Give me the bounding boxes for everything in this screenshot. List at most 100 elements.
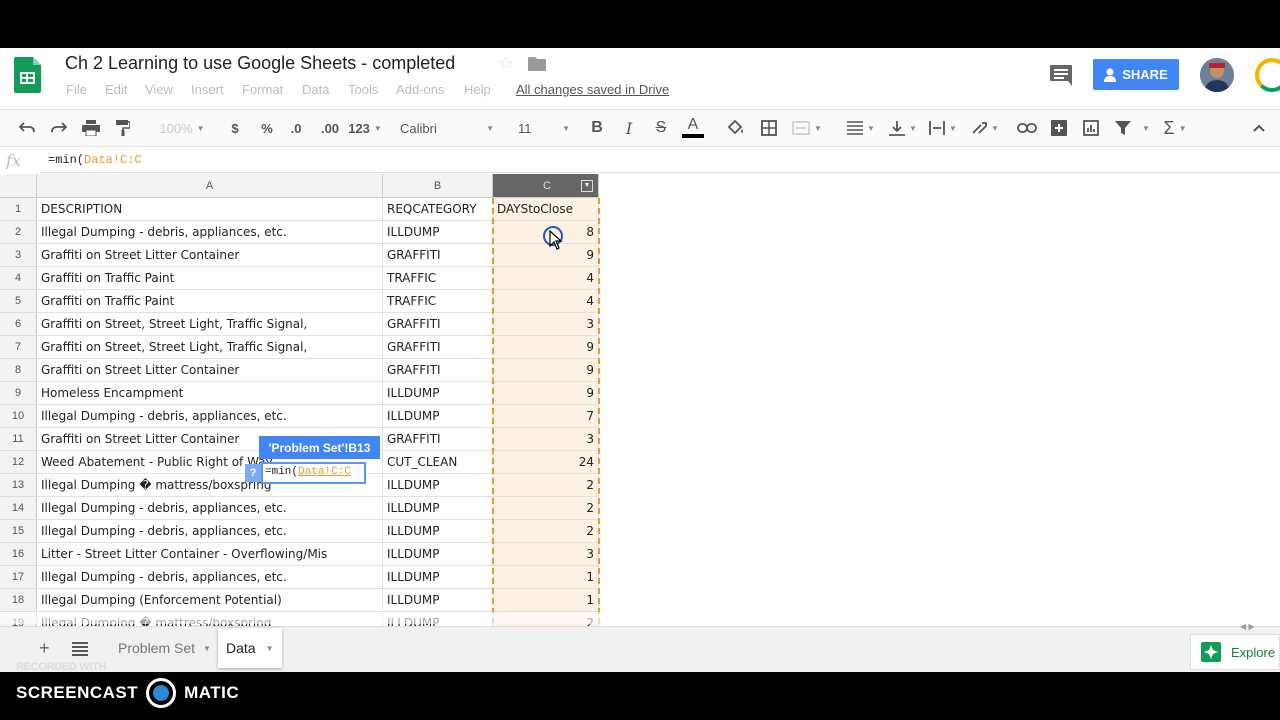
row-header[interactable]: 4 xyxy=(0,267,37,290)
row-header[interactable]: 3 xyxy=(0,244,37,267)
font-size-select[interactable]: 11 ▼ xyxy=(518,118,570,138)
formula-bar[interactable] xyxy=(40,149,1280,173)
sheet-tab-data[interactable]: Data ▼ xyxy=(218,628,282,668)
menu-help[interactable]: Help xyxy=(464,82,491,97)
row-header[interactable]: 2 xyxy=(0,221,37,244)
cell-b[interactable]: CUT_CLEAN xyxy=(383,451,493,474)
cell-c[interactable]: 3 xyxy=(493,543,599,566)
text-color-button[interactable]: A xyxy=(682,114,704,140)
cell-a[interactable]: Illegal Dumping (Enforcement Potential) xyxy=(37,589,383,612)
add-sheet-icon[interactable]: + xyxy=(39,638,50,659)
row-header[interactable]: 11 xyxy=(0,428,37,451)
cell-c[interactable]: 3 xyxy=(493,428,599,451)
cell-c[interactable]: 2 xyxy=(493,520,599,543)
menu-insert[interactable]: Insert xyxy=(191,82,224,97)
comments-icon[interactable] xyxy=(1049,64,1073,86)
column-menu-chevron-icon[interactable]: ▼ xyxy=(581,179,593,192)
bold-button[interactable]: B xyxy=(588,118,606,138)
horizontal-align-icon[interactable]: ▼ xyxy=(844,118,878,138)
cell-a[interactable]: Illegal Dumping - debris, appliances, et… xyxy=(37,221,383,244)
row-header[interactable]: 18 xyxy=(0,589,37,612)
menu-add-ons[interactable]: Add-ons xyxy=(396,82,444,97)
cell-a[interactable]: Graffiti on Street Litter Container xyxy=(37,359,383,382)
cell-a[interactable]: Illegal Dumping - debris, appliances, et… xyxy=(37,497,383,520)
cell-a[interactable]: Graffiti on Street Litter Container xyxy=(37,244,383,267)
cell-editor[interactable]: =min(Data!C:C xyxy=(261,462,366,484)
zoom-select[interactable]: 100% ▼ xyxy=(156,118,208,138)
row-header[interactable]: 15 xyxy=(0,520,37,543)
cell-a[interactable]: Graffiti on Street, Street Light, Traffi… xyxy=(37,336,383,359)
insert-link-icon[interactable] xyxy=(1016,118,1038,138)
cell-b[interactable]: ILLDUMP xyxy=(383,474,493,497)
filter-icon[interactable] xyxy=(1112,118,1134,138)
row-header[interactable]: 12 xyxy=(0,451,37,474)
row-header[interactable]: 7 xyxy=(0,336,37,359)
row-header[interactable]: 5 xyxy=(0,290,37,313)
cell-b[interactable]: ILLDUMP xyxy=(383,589,493,612)
cell-c[interactable]: 9 xyxy=(493,244,599,267)
functions-button[interactable]: Σ ▼ xyxy=(1158,118,1192,138)
menu-data[interactable]: Data xyxy=(302,82,329,97)
chrome-icon[interactable] xyxy=(1255,58,1280,92)
merge-cells-icon[interactable]: ▼ xyxy=(790,118,824,138)
all-sheets-menu-icon[interactable] xyxy=(72,642,88,656)
filter-views-menu[interactable]: ▼ xyxy=(1136,118,1152,138)
row-header[interactable]: 1 xyxy=(0,198,37,221)
menu-file[interactable]: File xyxy=(66,82,87,97)
cell-c[interactable]: 3 xyxy=(493,313,599,336)
explore-button[interactable]: Explore xyxy=(1190,634,1280,670)
borders-icon[interactable] xyxy=(758,118,780,138)
cell-c[interactable]: 4 xyxy=(493,290,599,313)
paint-format-icon[interactable] xyxy=(112,118,134,138)
cell-c[interactable]: 9 xyxy=(493,336,599,359)
cell-b[interactable]: ILLDUMP xyxy=(383,566,493,589)
row-header[interactable]: 13 xyxy=(0,474,37,497)
font-select[interactable]: Calibri ▼ xyxy=(400,118,494,138)
cell-b[interactable]: GRAFFITI xyxy=(383,336,493,359)
cell-a[interactable]: Litter - Street Litter Container - Overf… xyxy=(37,543,383,566)
row-header[interactable]: 8 xyxy=(0,359,37,382)
cell-a[interactable]: Illegal Dumping - debris, appliances, et… xyxy=(37,520,383,543)
cell-b[interactable]: TRAFFIC xyxy=(383,290,493,313)
cell-b[interactable]: ILLDUMP xyxy=(383,520,493,543)
sheet-tab-problem-set[interactable]: Problem Set ▼ xyxy=(110,628,219,668)
cell-b[interactable]: TRAFFIC xyxy=(383,267,493,290)
cell-a[interactable]: Illegal Dumping - debris, appliances, et… xyxy=(37,566,383,589)
column-header-b[interactable]: B xyxy=(383,174,493,198)
row-header[interactable]: 14 xyxy=(0,497,37,520)
select-all-corner[interactable] xyxy=(0,174,37,198)
cell-c[interactable]: 1 xyxy=(493,589,599,612)
cell-a[interactable]: Homeless Encampment xyxy=(37,382,383,405)
chevron-down-icon[interactable]: ▼ xyxy=(266,644,274,653)
cell-c[interactable]: 2 xyxy=(493,474,599,497)
row-header[interactable]: 16 xyxy=(0,543,37,566)
column-header-a[interactable]: A xyxy=(37,174,383,198)
strikethrough-button[interactable]: S xyxy=(652,118,670,138)
insert-chart-icon[interactable] xyxy=(1080,118,1102,138)
row-header[interactable]: 9 xyxy=(0,382,37,405)
collapse-toolbar-icon[interactable] xyxy=(1250,118,1268,138)
text-wrap-icon[interactable]: ▼ xyxy=(926,118,960,138)
column-header-c[interactable]: C ▼ xyxy=(493,174,599,198)
undo-icon[interactable] xyxy=(16,118,38,138)
document-title[interactable]: Ch 2 Learning to use Google Sheets - com… xyxy=(65,53,455,74)
percent-format-button[interactable]: % xyxy=(257,118,277,138)
cell-b[interactable]: GRAFFITI xyxy=(383,313,493,336)
cell-a[interactable]: Graffiti on Traffic Paint xyxy=(37,267,383,290)
cell-c[interactable]: 1 xyxy=(493,566,599,589)
menu-tools[interactable]: Tools xyxy=(348,82,378,97)
cell-b[interactable]: ILLDUMP xyxy=(383,405,493,428)
formula-help-icon[interactable]: ? xyxy=(245,464,261,482)
row-header[interactable]: 10 xyxy=(0,405,37,428)
insert-comment-icon[interactable] xyxy=(1048,118,1070,138)
decrease-decimal-button[interactable]: .0 xyxy=(286,118,306,138)
cell-a[interactable]: Graffiti on Street, Street Light, Traffi… xyxy=(37,313,383,336)
increase-decimal-button[interactable]: .00 xyxy=(318,118,342,138)
row-header[interactable]: 6 xyxy=(0,313,37,336)
chevron-down-icon[interactable]: ▼ xyxy=(203,644,211,653)
cell-b[interactable]: ILLDUMP xyxy=(383,382,493,405)
cell-c[interactable]: 9 xyxy=(493,359,599,382)
save-status-link[interactable]: All changes saved in Drive xyxy=(516,82,669,97)
currency-format-button[interactable]: $ xyxy=(226,118,244,138)
text-rotation-icon[interactable]: ▼ xyxy=(968,118,1002,138)
